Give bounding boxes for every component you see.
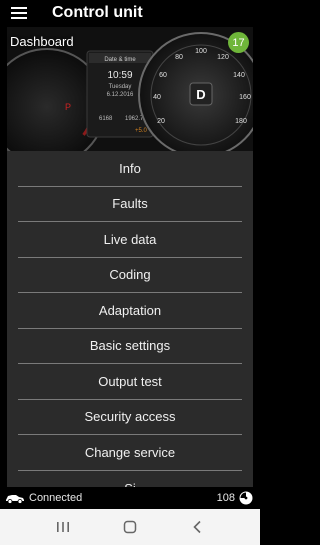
page-title: Control unit [52,4,143,21]
speedo-tick: 160 [239,94,251,101]
speedo-tick: 100 [195,48,207,55]
home-button[interactable] [115,512,145,542]
menu-item-live-data[interactable]: Live data [18,222,242,258]
dashboard-label: Dashboard [10,34,74,49]
menu-item-basic-settings[interactable]: Basic settings [18,329,242,364]
speedo-tick: 40 [153,94,161,101]
hamburger-menu-icon [11,7,27,19]
home-icon [123,520,137,534]
menu-item-output-test[interactable]: Output test [18,364,242,400]
recent-apps-button[interactable] [48,512,78,542]
speedo-tick: 20 [157,118,165,125]
temperature: +5.0 [135,128,148,134]
speedo-tick: 60 [159,72,167,79]
gear-indicator: D [196,87,205,102]
dashboard-image[interactable]: P Date & time 10:59 Tuesday 6.12.2016 61… [7,27,253,151]
panel-header: Date & time [104,57,136,63]
trip: 1962.7 [125,116,144,122]
menu-button[interactable] [0,0,38,26]
app-bar: Control unit [0,0,260,26]
system-nav-bar [0,509,260,545]
count-badge: 17 [228,32,249,53]
menu-item-security-access[interactable]: Security access [18,400,242,435]
panel-day: Tuesday [109,84,132,90]
speedo-tick: 80 [175,54,183,61]
menu-item-coding[interactable]: Coding [18,258,242,293]
speedo-tick: 180 [235,118,247,125]
menu-list: Info Faults Live data Coding Adaptation … [7,151,253,487]
back-button[interactable] [182,512,212,542]
menu-item-info[interactable]: Info [18,151,242,187]
connection-status-bar: Connected 108 [0,487,260,509]
connection-status: Connected [29,492,83,504]
gear-left-label: P [65,102,71,112]
panel-date: 6.12.2016 [107,92,134,98]
menu-item-adaptation[interactable]: Adaptation [18,293,242,329]
gauge-icon[interactable] [239,491,253,505]
menu-item-faults[interactable]: Faults [18,187,242,222]
odometer: 6168 [99,116,113,122]
menu-item-partial[interactable]: Si [18,471,242,487]
speedo-tick: 120 [217,54,229,61]
back-icon [193,520,201,534]
speedo-tick: 140 [233,72,245,79]
panel-time: 10:59 [107,70,132,81]
value-count: 108 [216,492,235,504]
car-icon [6,495,24,504]
menu-item-change-service[interactable]: Change service [18,435,242,471]
recent-apps-icon [57,522,70,532]
